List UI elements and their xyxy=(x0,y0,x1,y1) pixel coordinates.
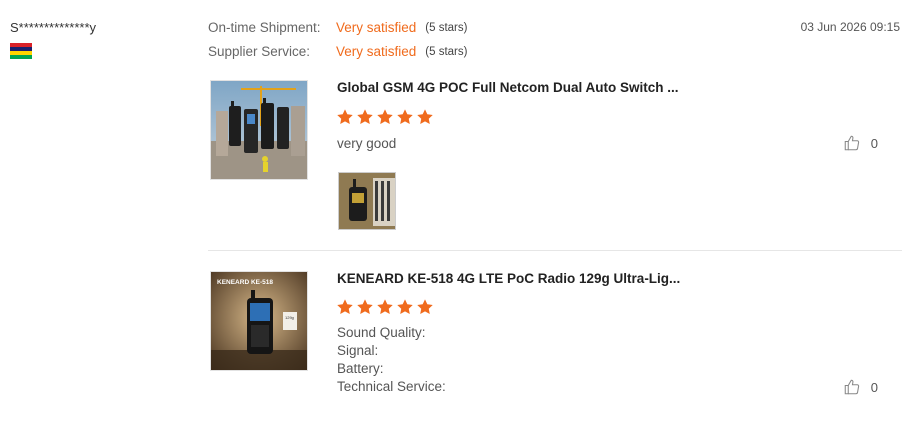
review-photo-image xyxy=(339,173,395,229)
rating-stars-text: (5 stars) xyxy=(425,21,468,34)
thumbs-up-icon xyxy=(844,135,859,151)
flag-stripe xyxy=(10,55,32,59)
product-image-caption: KENEARD KE-518 xyxy=(217,279,273,286)
review-comment: very good xyxy=(337,136,397,151)
star-icon xyxy=(397,109,413,125)
product-image-tag: 129g xyxy=(285,315,294,320)
divider xyxy=(208,250,902,251)
like-count: 0 xyxy=(870,135,878,151)
product-review-2: KENEARD KE-518 129g KENEARD KE-518 4G LT… xyxy=(208,271,902,401)
rating-stars-text: (5 stars) xyxy=(425,45,468,58)
review-photo[interactable] xyxy=(338,172,396,230)
like-button[interactable]: 0 xyxy=(843,134,878,152)
star-icon xyxy=(417,299,433,315)
country-flag-icon xyxy=(10,43,32,59)
rating-row-service: Supplier Service: Very satisfied (5 star… xyxy=(208,44,467,59)
walkie-talkie-product-image xyxy=(211,81,307,179)
attribute-battery: Battery: xyxy=(337,361,384,376)
rating-value: Very satisfied xyxy=(336,20,417,35)
attribute-sound-quality: Sound Quality: xyxy=(337,325,426,340)
keneard-radio-product-image: KENEARD KE-518 129g xyxy=(211,272,307,370)
product-title[interactable]: KENEARD KE-518 4G LTE PoC Radio 129g Ult… xyxy=(337,271,680,286)
star-icon xyxy=(357,109,373,125)
attribute-signal: Signal: xyxy=(337,343,379,358)
product-thumbnail[interactable]: KENEARD KE-518 129g xyxy=(210,271,308,371)
star-icon xyxy=(377,299,393,315)
product-review-1: Global GSM 4G POC Full Netcom Dual Auto … xyxy=(208,80,902,240)
rating-label: On-time Shipment: xyxy=(208,20,321,35)
star-icon xyxy=(337,109,353,125)
star-icon xyxy=(357,299,373,315)
product-star-rating xyxy=(336,298,434,316)
like-button[interactable]: 0 xyxy=(843,378,878,396)
star-icon xyxy=(417,109,433,125)
star-icon xyxy=(377,109,393,125)
rating-value: Very satisfied xyxy=(336,44,417,59)
product-star-rating xyxy=(336,108,434,126)
product-thumbnail[interactable] xyxy=(210,80,308,180)
reviewer-name: S**************y xyxy=(10,20,96,35)
star-icon xyxy=(397,299,413,315)
rating-label: Supplier Service: xyxy=(208,44,311,59)
rating-row-shipment: On-time Shipment: Very satisfied (5 star… xyxy=(208,20,467,35)
review-date: 03 Jun 2026 09:15 xyxy=(800,20,900,34)
star-icon xyxy=(337,299,353,315)
product-title[interactable]: Global GSM 4G POC Full Netcom Dual Auto … xyxy=(337,80,679,95)
like-count: 0 xyxy=(870,379,878,395)
attribute-technical-service: Technical Service: xyxy=(337,379,446,394)
thumbs-up-icon xyxy=(844,379,859,395)
